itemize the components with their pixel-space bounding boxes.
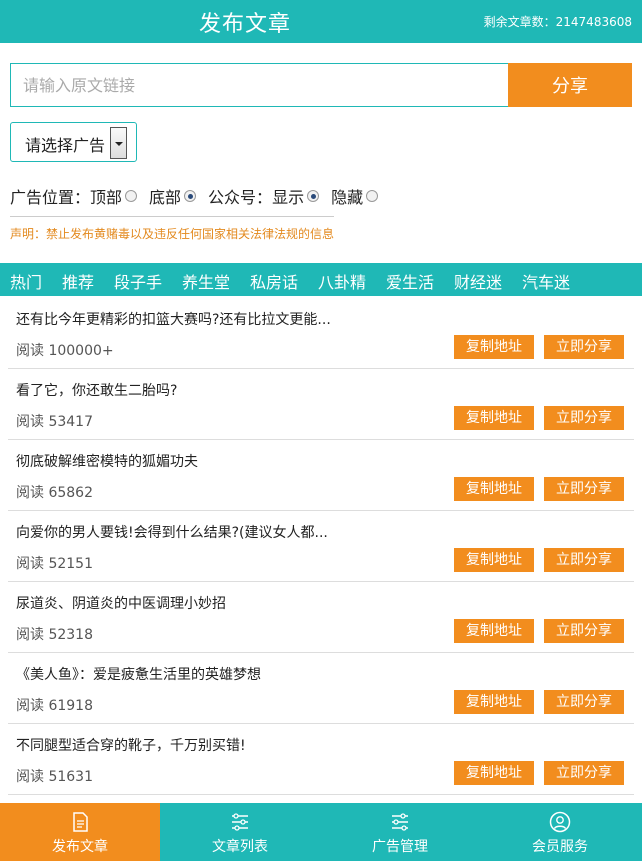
tab-life[interactable]: 爱生活: [386, 269, 434, 293]
ad-position-label: 广告位置：: [10, 188, 91, 207]
copy-address-button[interactable]: 复制地址: [454, 761, 534, 785]
bottom-nav: 发布文章 文章列表 广告管理 会员服务: [0, 803, 642, 861]
copy-address-button[interactable]: 复制地址: [454, 619, 534, 643]
tab-jokes[interactable]: 段子手: [114, 269, 162, 293]
article-title[interactable]: 向爱你的男人要钱!会得到什么结果?(建议女人都...: [16, 522, 328, 542]
bottom-label: 底部: [149, 188, 182, 207]
share-now-button[interactable]: 立即分享: [544, 619, 624, 643]
article-row: 向爱你的男人要钱!会得到什么结果?(建议女人都... 阅读 52151 复制地址…: [8, 511, 634, 582]
article-row: 《美人鱼》：爱是疲惫生活里的英雄梦想 阅读 61918 复制地址 立即分享: [8, 653, 634, 724]
article-row: 不同腿型适合穿的靴子，千万别买错! 阅读 51631 复制地址 立即分享: [8, 724, 634, 795]
dropdown-arrow-icon[interactable]: [110, 127, 127, 159]
article-reads: 阅读 65862: [16, 485, 93, 501]
app-header: 发布文章 剩余文章数：2147483608: [0, 0, 642, 43]
tab-private[interactable]: 私房话: [250, 269, 298, 293]
divider: [10, 216, 334, 217]
copy-address-button[interactable]: 复制地址: [454, 335, 534, 359]
radio-show[interactable]: [307, 190, 320, 202]
notice-text: 声明：禁止发布黄赌毒以及违反任何国家相关法律法规的信息: [10, 227, 335, 241]
user-icon: [549, 811, 571, 833]
share-now-button[interactable]: 立即分享: [544, 335, 624, 359]
article-reads: 阅读 52151: [16, 556, 93, 572]
list-icon: [232, 813, 248, 831]
share-now-button[interactable]: 立即分享: [544, 406, 624, 430]
show-label: 显示: [272, 188, 305, 207]
article-title[interactable]: 彻底破解维密模特的狐媚功夫: [16, 451, 198, 471]
radio-hide[interactable]: [366, 190, 379, 202]
tab-health[interactable]: 养生堂: [182, 269, 230, 293]
copy-address-button[interactable]: 复制地址: [454, 690, 534, 714]
top-label: 顶部: [90, 188, 123, 207]
article-row: 彻底破解维密模特的狐媚功夫 阅读 65862 复制地址 立即分享: [8, 440, 634, 511]
tab-finance[interactable]: 财经迷: [454, 269, 502, 293]
article-row: 尿道炎、阴道炎的中医调理小妙招 阅读 52318 复制地址 立即分享: [8, 582, 634, 653]
remaining-count: 剩余文章数：2147483608: [483, 15, 632, 29]
nav-publish-article[interactable]: 发布文章: [0, 803, 160, 861]
nav-member-service[interactable]: 会员服务: [480, 803, 640, 861]
nav-label: 文章列表: [212, 839, 268, 855]
nav-label: 会员服务: [532, 839, 588, 855]
nav-article-list[interactable]: 文章列表: [160, 803, 320, 861]
copy-address-button[interactable]: 复制地址: [454, 548, 534, 572]
article-title[interactable]: 不同腿型适合穿的靴子，千万别买错!: [16, 735, 246, 755]
article-reads: 阅读 100000+: [16, 343, 114, 359]
article-title[interactable]: 看了它，你还敢生二胎吗?: [16, 380, 177, 400]
nav-label: 广告管理: [372, 839, 428, 855]
url-share-row: 分享: [10, 63, 632, 107]
url-input[interactable]: [10, 63, 508, 107]
article-title[interactable]: 尿道炎、阴道炎的中医调理小妙招: [16, 593, 226, 613]
article-title[interactable]: 还有比今年更精彩的扣篮大赛吗?还有比拉文更能...: [16, 309, 331, 329]
ad-select[interactable]: 请选择广告: [10, 122, 137, 162]
nav-ad-management[interactable]: 广告管理: [320, 803, 480, 861]
hide-label: 隐藏: [331, 188, 364, 207]
ad-options-row: 广告位置：顶部 底部 公众号：显示 隐藏: [10, 184, 390, 208]
share-now-button[interactable]: 立即分享: [544, 690, 624, 714]
share-now-button[interactable]: 立即分享: [544, 548, 624, 572]
tab-auto[interactable]: 汽车迷: [522, 269, 570, 293]
nav-label: 发布文章: [52, 839, 108, 855]
article-title[interactable]: 《美人鱼》：爱是疲惫生活里的英雄梦想: [16, 664, 261, 684]
article-reads: 阅读 51631: [16, 769, 93, 785]
category-tabs: 热门 推荐 段子手 养生堂 私房话 八卦精 爱生活 财经迷 汽车迷: [0, 263, 642, 296]
article-reads: 阅读 61918: [16, 698, 93, 714]
radio-bottom[interactable]: [184, 190, 197, 202]
share-now-button[interactable]: 立即分享: [544, 761, 624, 785]
article-row: 看了它，你还敢生二胎吗? 阅读 53417 复制地址 立即分享: [8, 369, 634, 440]
sliders-icon: [392, 813, 408, 831]
ad-select-value: 请选择广告: [25, 136, 106, 155]
tab-hot[interactable]: 热门: [10, 269, 42, 293]
article-reads: 阅读 52318: [16, 627, 93, 643]
account-label: 公众号：: [208, 188, 273, 207]
copy-address-button[interactable]: 复制地址: [454, 477, 534, 501]
page-title: 发布文章: [198, 12, 291, 37]
tab-recommend[interactable]: 推荐: [62, 269, 94, 293]
article-reads: 阅读 53417: [16, 414, 93, 430]
share-button[interactable]: 分享: [508, 63, 632, 107]
article-row: 还有比今年更精彩的扣篮大赛吗?还有比拉文更能... 阅读 100000+ 复制地…: [8, 298, 634, 369]
radio-top[interactable]: [125, 190, 138, 202]
document-icon: [73, 812, 88, 832]
copy-address-button[interactable]: 复制地址: [454, 406, 534, 430]
tab-gossip[interactable]: 八卦精: [318, 269, 366, 293]
share-now-button[interactable]: 立即分享: [544, 477, 624, 501]
